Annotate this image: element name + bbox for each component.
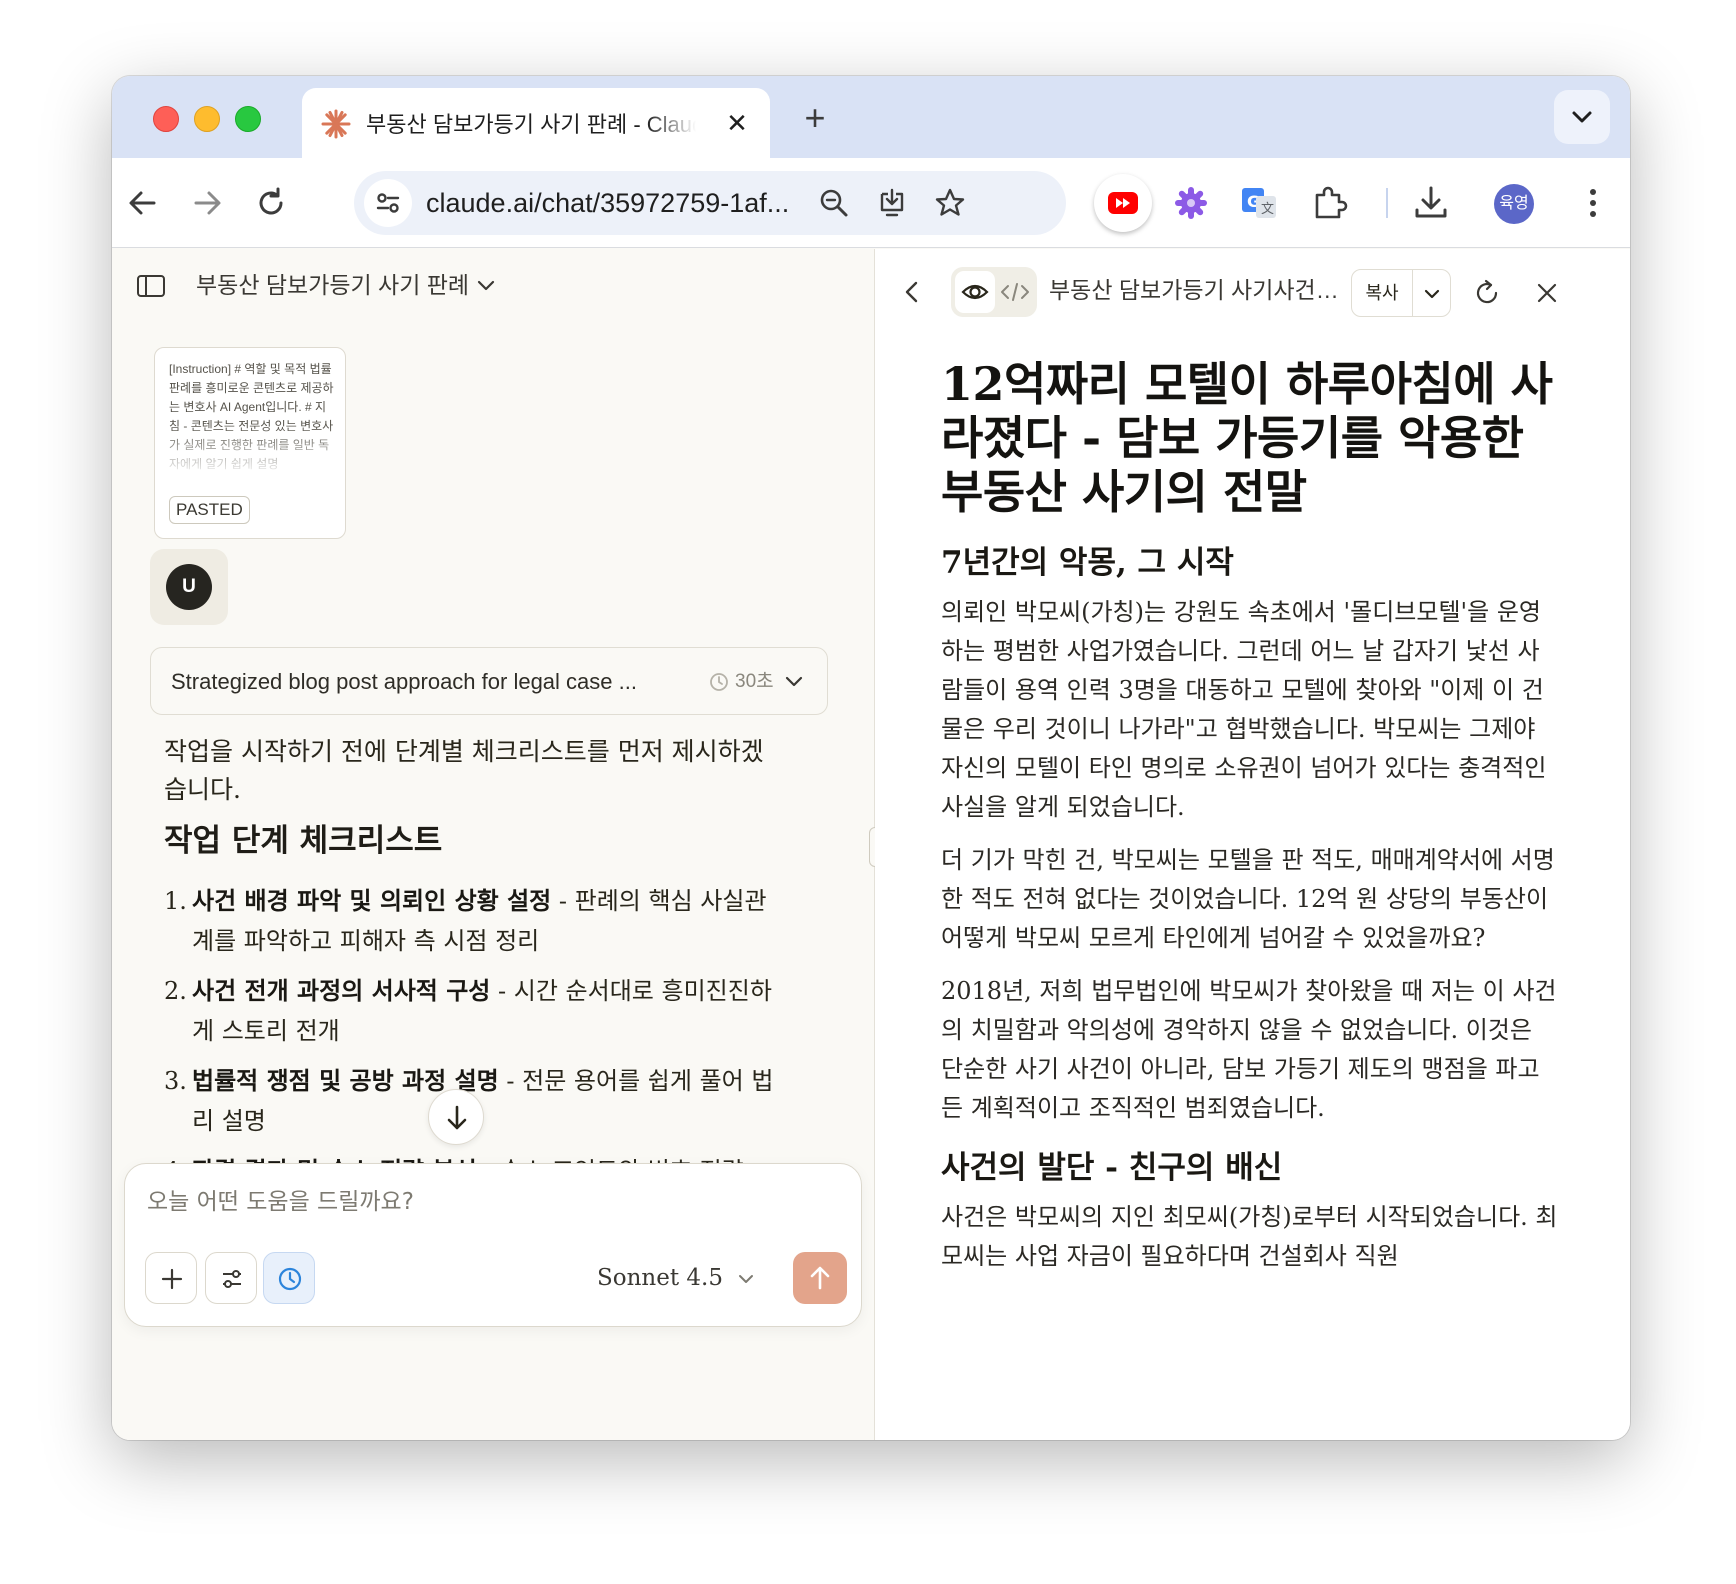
artifact-title: 부동산 담보가등기 사기사건 판... [1049, 277, 1339, 303]
arrow-up-icon [810, 1266, 830, 1290]
paragraph: 사건은 박모씨의 지인 최모씨(가칭)로부터 시작되었습니다. 최모씨는 사업 … [941, 1203, 1558, 1270]
chevron-down-icon[interactable] [781, 668, 807, 694]
minimize-window-button[interactable] [194, 106, 220, 132]
chat-panel: 부동산 담보가등기 사기 판례 [Instruction] # 역할 및 목적 … [112, 249, 874, 1440]
chevron-down-icon[interactable] [472, 271, 500, 299]
downloads-icon[interactable] [1408, 180, 1454, 226]
composer-box: Sonnet 4.5 [124, 1163, 862, 1327]
sidebar-toggle-icon[interactable] [136, 273, 166, 299]
thinking-summary[interactable]: Strategized blog post approach for legal… [150, 647, 828, 715]
user-avatar: U [166, 564, 212, 610]
youtube-extension-icon[interactable] [1094, 174, 1152, 232]
pasted-attachment[interactable]: [Instruction] # 역할 및 목적 법률 판례를 흥미로운 콘텐츠로… [154, 347, 346, 539]
site-settings-icon[interactable] [364, 179, 412, 227]
claude-logo-icon [321, 109, 351, 139]
svg-text:文: 文 [1261, 202, 1274, 217]
refresh-icon[interactable] [1467, 273, 1507, 313]
add-attachment-button[interactable] [145, 1252, 197, 1304]
chevron-down-icon[interactable] [1420, 282, 1444, 306]
install-app-icon[interactable] [874, 185, 910, 221]
thinking-summary-text: Strategized blog post approach for legal… [171, 669, 637, 694]
new-tab-button[interactable]: + [792, 96, 838, 142]
extensions-puzzle-icon[interactable] [1306, 180, 1352, 226]
pasted-badge: PASTED [169, 496, 250, 524]
artifact-document: 12억짜리 모텔이 하루아침에 사라졌다 - 담보 가등기를 악용한 부동산 사… [941, 357, 1561, 1290]
copy-button[interactable]: 복사 [1352, 270, 1412, 316]
url-text: claude.ai/chat/35972759-1af... [426, 188, 790, 218]
page-content: 부동산 담보가등기 사기 판례 [Instruction] # 역할 및 목적 … [112, 249, 1630, 1440]
tab-search-button[interactable] [1554, 90, 1610, 144]
section-heading: 7년간의 악몽, 그 시작 [941, 545, 1234, 581]
section-heading: 사건의 발단 - 친구의 배신 [941, 1150, 1283, 1186]
send-button[interactable] [793, 1252, 847, 1304]
chat-header: 부동산 담보가등기 사기 판례 [112, 249, 874, 325]
clock-icon [710, 673, 728, 691]
tab-title: 부동산 담보가등기 사기 판례 - Claude [366, 112, 696, 137]
extended-thinking-button[interactable] [263, 1252, 315, 1304]
assistant-intro-text: 작업을 시작하기 전에 단계별 체크리스트를 먼저 제시하겠습니다. [164, 737, 764, 804]
reload-icon[interactable] [248, 180, 294, 226]
artifact-panel: 부동산 담보가등기 사기사건 판... 복사 12억짜리 모텔이 하루아침에 사… [875, 249, 1630, 1440]
preview-tab[interactable] [955, 271, 995, 313]
thinking-duration: 30초 [735, 671, 774, 692]
google-translate-icon[interactable]: G 文 [1236, 180, 1282, 226]
code-icon [1001, 283, 1029, 301]
back-arrow-icon[interactable] [120, 180, 166, 226]
composer: Sonnet 4.5 [124, 1163, 862, 1440]
address-bar[interactable]: claude.ai/chat/35972759-1af... [354, 171, 1066, 235]
tab-close-icon[interactable]: ✕ [722, 108, 752, 138]
sliders-icon [223, 1270, 241, 1288]
code-tab[interactable] [997, 271, 1033, 313]
bookmark-star-icon[interactable] [932, 185, 968, 221]
artifact-header: 부동산 담보가등기 사기사건 판... 복사 [875, 249, 1630, 335]
plus-icon [161, 1268, 183, 1290]
browser-toolbar: claude.ai/chat/35972759-1af... G 文 육영 [112, 158, 1630, 248]
pasted-preview-text: [Instruction] # 역할 및 목적 법률 판례를 흥미로운 콘텐츠로… [169, 362, 334, 471]
scroll-to-bottom-button[interactable] [428, 1089, 484, 1145]
paragraph: 2018년, 저희 법무법인에 박모씨가 찾아왔을 때 저는 이 사건의 치밀함… [941, 977, 1557, 1122]
zoom-icon[interactable] [816, 185, 852, 221]
checklist-item: 2. 사건 전개 과정의 서사적 구성 - 시간 순서대로 흥미진진하게 스토리 … [164, 976, 772, 1045]
toolbar-separator [1386, 188, 1388, 218]
chevron-left-icon[interactable] [899, 277, 925, 307]
user-message: U [150, 549, 228, 625]
checklist: 1. 사건 배경 파악 및 의뢰인 상황 설정 - 판례의 핵심 사실관계를 파악… [164, 881, 784, 1201]
chat-title[interactable]: 부동산 담보가등기 사기 판례 [196, 269, 469, 301]
checklist-item: 1. 사건 배경 파악 및 의뢰인 상황 설정 - 판례의 핵심 사실관계를 파악… [164, 886, 767, 955]
chevron-down-icon[interactable] [735, 1268, 757, 1290]
forward-arrow-icon[interactable] [184, 180, 230, 226]
eye-icon [961, 284, 989, 300]
browser-window: 부동산 담보가등기 사기 판례 - Claude ✕ + claude.ai/c… [112, 76, 1630, 1440]
tab-strip: 부동산 담보가등기 사기 판례 - Claude ✕ + [112, 76, 1630, 158]
tab-active[interactable]: 부동산 담보가등기 사기 판례 - Claude ✕ [302, 88, 770, 158]
clock-icon [278, 1267, 302, 1291]
chevron-down-icon [1572, 111, 1592, 123]
close-icon[interactable] [1529, 275, 1565, 311]
tools-button[interactable] [205, 1252, 257, 1304]
copy-button-group: 복사 [1351, 269, 1451, 317]
more-menu-icon[interactable] [1570, 180, 1616, 226]
copy-divider [1412, 270, 1413, 316]
checklist-heading: 작업 단계 체크리스트 [164, 823, 443, 859]
paragraph: 더 기가 막힌 건, 박모씨는 모텔을 판 적도, 매매계약서에 서명한 적도 … [941, 846, 1555, 952]
arrow-down-icon [447, 1105, 467, 1130]
maximize-window-button[interactable] [235, 106, 261, 132]
profile-avatar[interactable]: 육영 [1494, 184, 1534, 224]
paragraph: 의뢰인 박모씨(가칭)는 강원도 속초에서 '몰디브모텔'을 운영하는 평범한 … [941, 598, 1547, 821]
message-input[interactable] [147, 1184, 747, 1220]
purple-gear-extension-icon[interactable] [1168, 180, 1214, 226]
model-selector[interactable]: Sonnet 4.5 [597, 1260, 723, 1296]
document-title: 12억짜리 모텔이 하루아침에 사라졌다 - 담보 가등기를 악용한 부동산 사… [941, 357, 1553, 519]
close-window-button[interactable] [153, 106, 179, 132]
view-mode-toggle [951, 267, 1037, 317]
